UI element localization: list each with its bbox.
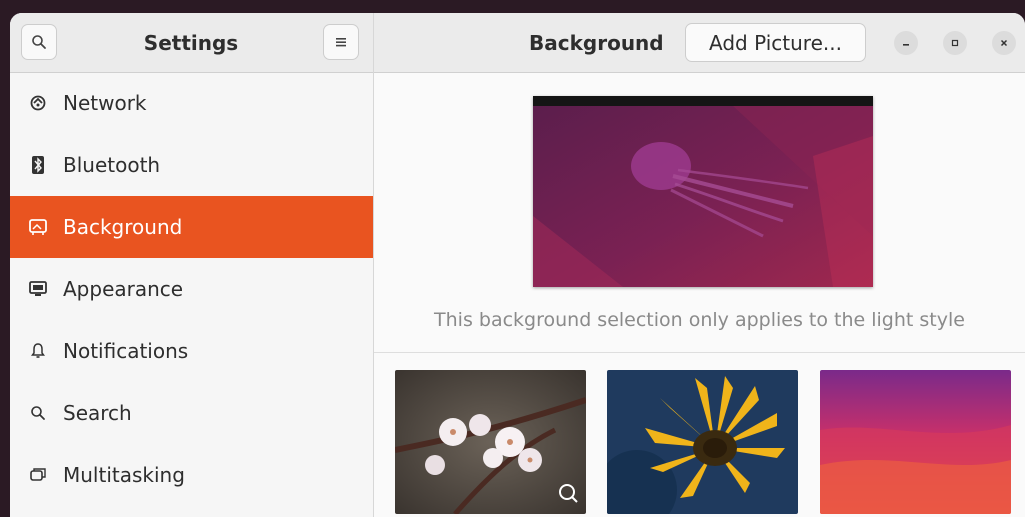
maximize-icon: [951, 39, 959, 47]
sidebar-item-notifications[interactable]: Notifications: [10, 320, 373, 382]
maximize-button[interactable]: [943, 31, 967, 55]
bluetooth-icon: [27, 154, 49, 176]
wallpaper-thumbnail-cherry-blossom[interactable]: [395, 370, 586, 514]
minimize-button[interactable]: [894, 31, 918, 55]
sidebar-item-background[interactable]: Background: [10, 196, 373, 258]
sidebar-item-label: Appearance: [63, 277, 184, 301]
sidebar: Settings Network Bluetooth Background Ap…: [10, 13, 374, 517]
sidebar-item-search[interactable]: Search: [10, 382, 373, 444]
sidebar-item-label: Search: [63, 401, 132, 425]
sidebar-item-label: Background: [63, 215, 183, 239]
sidebar-title: Settings: [143, 30, 239, 55]
sidebar-item-bluetooth[interactable]: Bluetooth: [10, 134, 373, 196]
jellyfish-wallpaper-preview: [533, 96, 873, 287]
sidebar-item-network[interactable]: Network: [10, 72, 373, 134]
wallpaper-thumbnail-purple-orange[interactable]: [820, 370, 1011, 514]
add-picture-button[interactable]: Add Picture...: [685, 23, 866, 62]
sidebar-header: Settings: [10, 13, 373, 73]
sidebar-item-multitasking[interactable]: Multitasking: [10, 444, 373, 506]
sidebar-item-label: Notifications: [63, 339, 189, 363]
hamburger-menu-icon: [336, 38, 346, 47]
background-preview: [533, 96, 873, 287]
main-header: Background Add Picture...: [374, 13, 1025, 73]
multitasking-icon: [27, 464, 49, 486]
wallpaper-thumbnail-sunflower[interactable]: [607, 370, 798, 514]
close-button[interactable]: [992, 31, 1016, 55]
divider: [374, 352, 1025, 353]
page-title: Background: [529, 30, 664, 55]
settings-window: Settings Network Bluetooth Background Ap…: [10, 13, 1025, 517]
network-icon: [27, 92, 49, 114]
search-icon: [32, 35, 46, 49]
bell-icon: [27, 340, 49, 362]
background-icon: [27, 216, 49, 238]
close-icon: [1000, 39, 1008, 47]
appearance-icon: [27, 278, 49, 300]
preview-top-bar: [533, 96, 873, 106]
sidebar-item-label: Network: [63, 91, 147, 115]
sidebar-item-label: Multitasking: [63, 463, 185, 487]
minimize-icon: [903, 44, 909, 46]
light-style-caption: This background selection only applies t…: [434, 309, 965, 331]
sidebar-item-label: Bluetooth: [63, 153, 161, 177]
search-button[interactable]: [21, 24, 57, 60]
sidebar-item-appearance[interactable]: Appearance: [10, 258, 373, 320]
menu-button[interactable]: [323, 24, 359, 60]
search-icon: [27, 402, 49, 424]
